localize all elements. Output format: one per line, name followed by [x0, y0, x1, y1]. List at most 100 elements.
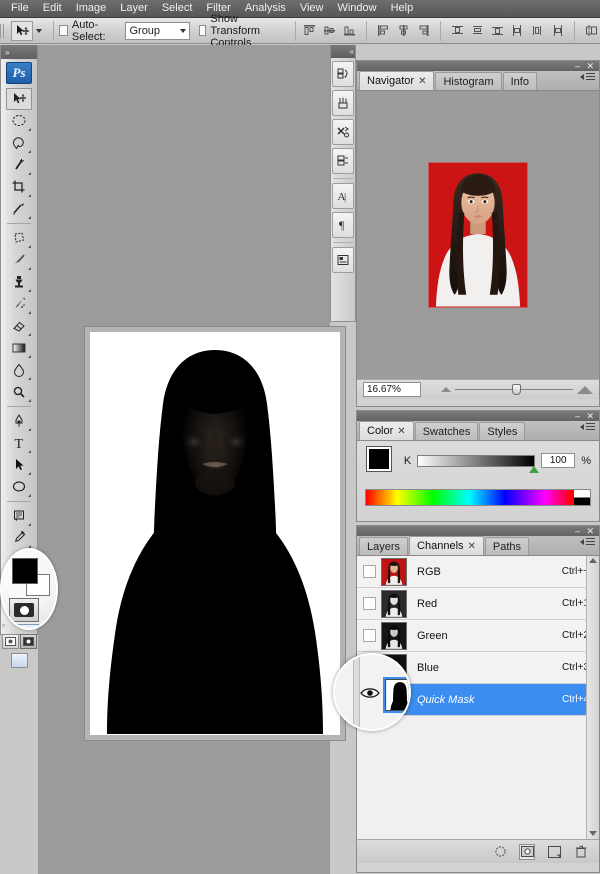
distribute-vertical-centers-icon[interactable]: [469, 22, 486, 40]
table-row[interactable]: RGB Ctrl+~: [357, 556, 599, 588]
create-new-channel-icon[interactable]: [546, 844, 562, 860]
distribute-horizontal-centers-icon[interactable]: [529, 22, 546, 40]
move-tool[interactable]: [6, 88, 32, 110]
blur-tool[interactable]: [6, 359, 32, 381]
tab-paths[interactable]: Paths: [484, 537, 530, 555]
brush-tool[interactable]: [6, 249, 32, 271]
align-bottom-edges-icon[interactable]: [341, 22, 358, 40]
channel-visibility-toggle[interactable]: [357, 629, 381, 642]
notes-tool[interactable]: [6, 505, 32, 527]
clone-stamp-tool[interactable]: [6, 271, 32, 293]
gradient-tool[interactable]: [6, 337, 32, 359]
tab-styles[interactable]: Styles: [479, 422, 526, 440]
channels-scrollbar[interactable]: [586, 556, 599, 839]
paragraph-panel-icon[interactable]: ¶: [332, 212, 354, 238]
align-top-edges-icon[interactable]: [301, 22, 318, 40]
color-titlebar[interactable]: – ✕: [357, 411, 599, 421]
menu-item-image[interactable]: Image: [69, 0, 114, 17]
document-canvas[interactable]: [90, 332, 340, 735]
zoom-level-input[interactable]: 16.67%: [363, 382, 421, 397]
channels-titlebar[interactable]: – ✕: [357, 526, 599, 536]
tool-presets-panel-icon[interactable]: [332, 119, 354, 145]
document-window[interactable]: [84, 326, 346, 741]
dock-collapse-button[interactable]: «: [331, 45, 355, 58]
align-left-edges-icon[interactable]: [375, 22, 392, 40]
zoom-slider-thumb[interactable]: [511, 384, 521, 395]
tools-palette-collapse[interactable]: »: [1, 45, 37, 59]
standard-mode-button[interactable]: [1, 634, 19, 649]
dodge-tool[interactable]: [6, 381, 32, 403]
ellipse-shape-tool[interactable]: [6, 476, 32, 498]
minimize-close-controls[interactable]: – ✕: [575, 411, 596, 421]
layer-comps-panel-icon[interactable]: [332, 148, 354, 174]
channel-visibility-toggle[interactable]: [357, 597, 381, 610]
minimize-close-controls[interactable]: – ✕: [575, 526, 596, 536]
tool-preset-dropdown-arrow[interactable]: [35, 28, 42, 33]
menu-item-file[interactable]: File: [4, 0, 36, 17]
align-right-edges-icon[interactable]: [415, 22, 432, 40]
close-icon[interactable]: ✕: [418, 76, 426, 87]
minimize-close-controls[interactable]: – ✕: [575, 61, 596, 71]
navigator-titlebar[interactable]: – ✕: [357, 61, 599, 71]
zoom-out-icon[interactable]: [441, 387, 451, 392]
delete-channel-icon[interactable]: [573, 844, 589, 860]
tab-layers[interactable]: Layers: [359, 537, 409, 555]
distribute-bottom-edges-icon[interactable]: [489, 22, 506, 40]
elliptical-marquee-tool[interactable]: [6, 110, 32, 132]
slice-tool[interactable]: [6, 198, 32, 220]
change-screen-mode-button[interactable]: [10, 653, 28, 668]
eyedropper-tool[interactable]: [6, 527, 32, 549]
quick-mask-toggle-button[interactable]: [19, 634, 37, 649]
color-spectrum-ramp[interactable]: [365, 489, 591, 506]
scroll-down-icon[interactable]: [589, 831, 597, 836]
white-black-swatch[interactable]: [574, 490, 590, 505]
auto-align-layers-icon[interactable]: [583, 22, 600, 40]
info-panel-icon[interactable]: [332, 247, 354, 273]
crop-tool[interactable]: [6, 176, 32, 198]
zoom-in-icon[interactable]: [577, 385, 593, 394]
lasso-tool[interactable]: [6, 132, 32, 154]
magic-wand-tool[interactable]: [6, 154, 32, 176]
tab-info[interactable]: Info: [502, 72, 537, 90]
auto-select-dropdown[interactable]: Group: [125, 21, 191, 40]
k-slider-track[interactable]: [417, 454, 540, 473]
k-value-input[interactable]: 100: [541, 453, 576, 468]
tab-histogram[interactable]: Histogram: [435, 72, 502, 90]
distribute-top-edges-icon[interactable]: [449, 22, 466, 40]
active-tool-preview[interactable]: [5, 20, 48, 41]
load-channel-as-selection-icon[interactable]: [492, 844, 508, 860]
show-transform-checkbox[interactable]: [198, 25, 207, 36]
color-foreground-swatch[interactable]: [366, 446, 392, 472]
close-icon[interactable]: ✕: [468, 541, 476, 552]
brushes-panel-icon[interactable]: [332, 90, 354, 116]
close-icon[interactable]: ✕: [397, 426, 405, 437]
auto-select-checkbox[interactable]: [58, 25, 68, 36]
channel-visibility-toggle[interactable]: [357, 565, 381, 578]
table-row[interactable]: Green Ctrl+2: [357, 620, 599, 652]
tab-color[interactable]: Color ✕: [359, 421, 414, 440]
table-row[interactable]: Red Ctrl+1: [357, 588, 599, 620]
scroll-up-icon[interactable]: [589, 558, 597, 563]
navigator-panel-menu-button[interactable]: [580, 73, 595, 80]
menu-item-view[interactable]: View: [293, 0, 331, 17]
channels-panel-menu-button[interactable]: [580, 538, 595, 545]
color-panel-menu-button[interactable]: [580, 423, 595, 430]
align-horizontal-centers-icon[interactable]: [395, 22, 412, 40]
distribute-left-edges-icon[interactable]: [509, 22, 526, 40]
character-panel-icon[interactable]: A |: [332, 183, 354, 209]
tab-navigator[interactable]: Navigator ✕: [359, 71, 435, 90]
distribute-right-edges-icon[interactable]: [549, 22, 566, 40]
zoom-slider[interactable]: [441, 384, 593, 395]
pen-tool[interactable]: [6, 410, 32, 432]
menu-item-window[interactable]: Window: [330, 0, 383, 17]
menu-item-edit[interactable]: Edit: [36, 0, 69, 17]
patch-tool[interactable]: [6, 227, 32, 249]
zoom-slider-track[interactable]: [455, 384, 573, 395]
path-selection-tool[interactable]: [6, 454, 32, 476]
menu-item-select[interactable]: Select: [155, 0, 200, 17]
save-selection-as-channel-icon[interactable]: [519, 843, 535, 860]
menu-item-help[interactable]: Help: [384, 0, 421, 17]
tab-channels[interactable]: Channels ✕: [409, 536, 484, 555]
tab-swatches[interactable]: Swatches: [414, 422, 479, 440]
navigator-preview-area[interactable]: [357, 91, 599, 379]
